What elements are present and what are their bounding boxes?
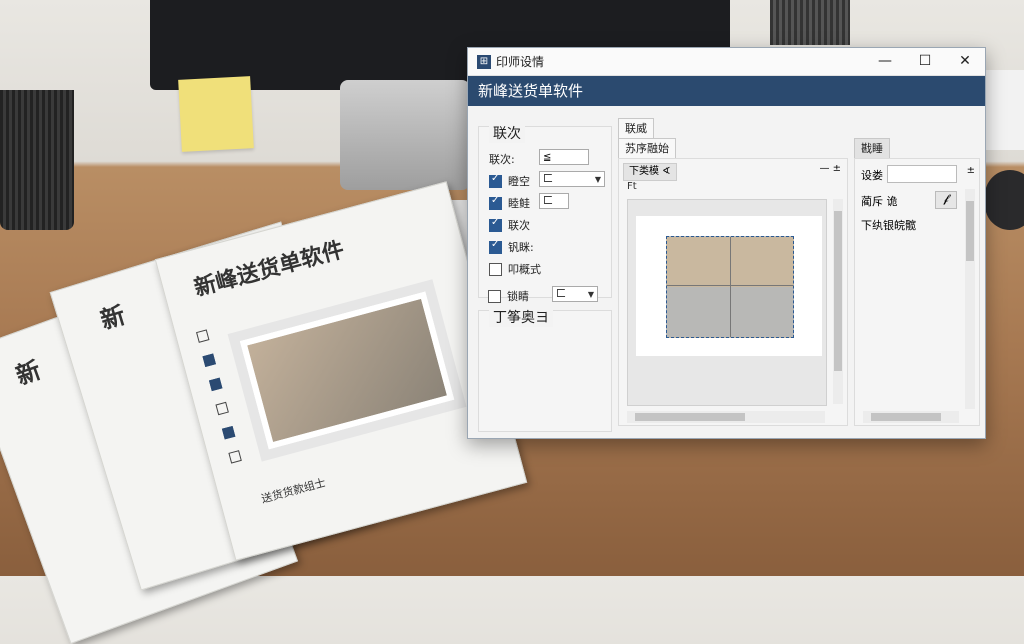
option-row[interactable]: 锁睛 bbox=[488, 288, 529, 304]
chevron-down-icon: ▼ bbox=[594, 175, 601, 184]
row2-label: 蔺斥 诡 bbox=[861, 195, 898, 208]
sheet-title: 新 bbox=[12, 355, 45, 391]
row2-button[interactable]: 𝓯 bbox=[935, 191, 957, 209]
preview-canvas[interactable] bbox=[627, 199, 827, 406]
background-pen-cup-right bbox=[770, 0, 850, 45]
preview-panel: 下类模 ∢ — ± Ft bbox=[618, 158, 848, 426]
background-pen-cup bbox=[0, 90, 74, 230]
row3-label: 下纨银皖髋 bbox=[861, 219, 916, 232]
settings-input[interactable] bbox=[887, 165, 957, 183]
checkbox[interactable] bbox=[489, 239, 502, 254]
combo-value: 匚 bbox=[543, 174, 553, 185]
group-title: 丁筝奥ヨ bbox=[489, 307, 553, 327]
panel-controls[interactable]: — ± bbox=[819, 163, 841, 174]
vertical-scrollbar[interactable] bbox=[833, 199, 843, 404]
app-header: 新峰送货单软件 bbox=[468, 76, 985, 106]
background-monitor-stand bbox=[340, 80, 470, 190]
sheet-title: 新 bbox=[97, 300, 129, 335]
preview-image[interactable] bbox=[666, 236, 794, 338]
horizontal-scrollbar[interactable] bbox=[863, 411, 959, 423]
preview-page bbox=[636, 216, 822, 356]
row-label: 叩概式 bbox=[508, 263, 541, 276]
copies-combo[interactable]: ≦ bbox=[539, 149, 589, 165]
settings-panel: 设娄 ± 蔺斥 诡 𝓯 下纨银皖髋 bbox=[854, 158, 980, 426]
row-label: 联次: bbox=[489, 153, 515, 166]
checkbox[interactable] bbox=[489, 217, 502, 232]
option-row[interactable]: 睦鲑 bbox=[489, 195, 530, 211]
row-label: 联次 bbox=[508, 219, 530, 232]
tab-preview[interactable]: 联威 bbox=[618, 118, 654, 139]
option-row[interactable]: 瞪空 bbox=[489, 173, 530, 189]
sheet-footer: 送货货款组士 bbox=[259, 476, 327, 506]
close-button[interactable]: ✕ bbox=[945, 48, 985, 75]
background-mouse bbox=[985, 170, 1024, 230]
row-label: 锁睛 bbox=[507, 290, 529, 303]
checkbox[interactable] bbox=[488, 289, 501, 303]
option-row[interactable]: 联次 bbox=[489, 217, 530, 233]
combo-value: ≦ bbox=[543, 152, 552, 163]
option-combo-2[interactable]: 匚 bbox=[539, 193, 569, 209]
tab-settings[interactable]: 戡睡 bbox=[854, 138, 890, 159]
copies-row: 联次: bbox=[489, 151, 515, 167]
checkbox[interactable] bbox=[489, 195, 502, 210]
option-combo-1[interactable]: 匚 ▼ bbox=[539, 171, 605, 187]
option-row[interactable]: 钒眯: bbox=[489, 239, 534, 255]
combo-value: 匚 bbox=[556, 289, 566, 300]
chevron-down-icon: ▼ bbox=[587, 290, 594, 299]
background-sticky-note bbox=[178, 76, 254, 152]
sheet-photo bbox=[239, 291, 455, 450]
combo-value: 匚 bbox=[543, 196, 553, 207]
vertical-scrollbar[interactable] bbox=[965, 189, 975, 409]
minimize-button[interactable]: — bbox=[865, 48, 905, 75]
tab-order[interactable]: 苏序融始 bbox=[618, 138, 676, 159]
row-label: 睦鲑 bbox=[508, 197, 530, 210]
group-title: 联次 bbox=[489, 123, 525, 143]
copies-group: 联次 联次: ≦ 瞪空 匚▼ 睦鲑 匚 联次 钒眯: bbox=[478, 123, 612, 298]
checkbox[interactable] bbox=[489, 262, 502, 276]
window-title: 印师设情 bbox=[496, 55, 545, 69]
option-combo-3[interactable]: 匚 ▼ bbox=[552, 286, 598, 302]
ft-label: Ft bbox=[627, 181, 637, 192]
option-row[interactable]: 叩概式 bbox=[489, 261, 541, 277]
checkbox[interactable] bbox=[489, 173, 502, 188]
field-label: 设娄 bbox=[861, 169, 883, 182]
title-bar[interactable]: ⊞ 印师设情 — ☐ ✕ bbox=[468, 48, 985, 76]
plus-minus-icon[interactable]: ± bbox=[967, 165, 975, 176]
app-icon: ⊞ bbox=[477, 54, 491, 69]
row-label: 瞪空 bbox=[508, 175, 530, 188]
sheet-title: 新峰送货单软件 bbox=[191, 237, 347, 302]
row-label: 钒眯: bbox=[508, 241, 534, 254]
background-paper-stack bbox=[985, 70, 1024, 150]
maximize-button[interactable]: ☐ bbox=[905, 48, 945, 75]
horizontal-scrollbar[interactable] bbox=[627, 411, 825, 423]
print-settings-dialog: ⊞ 印师设情 — ☐ ✕ 新峰送货单软件 联次 联次: ≦ 瞪空 匚▼ 睦鲑 匚 bbox=[467, 47, 986, 439]
inner-tab[interactable]: 下类模 ∢ bbox=[623, 163, 677, 181]
secondary-group: 丁筝奥ヨ bbox=[478, 307, 612, 432]
